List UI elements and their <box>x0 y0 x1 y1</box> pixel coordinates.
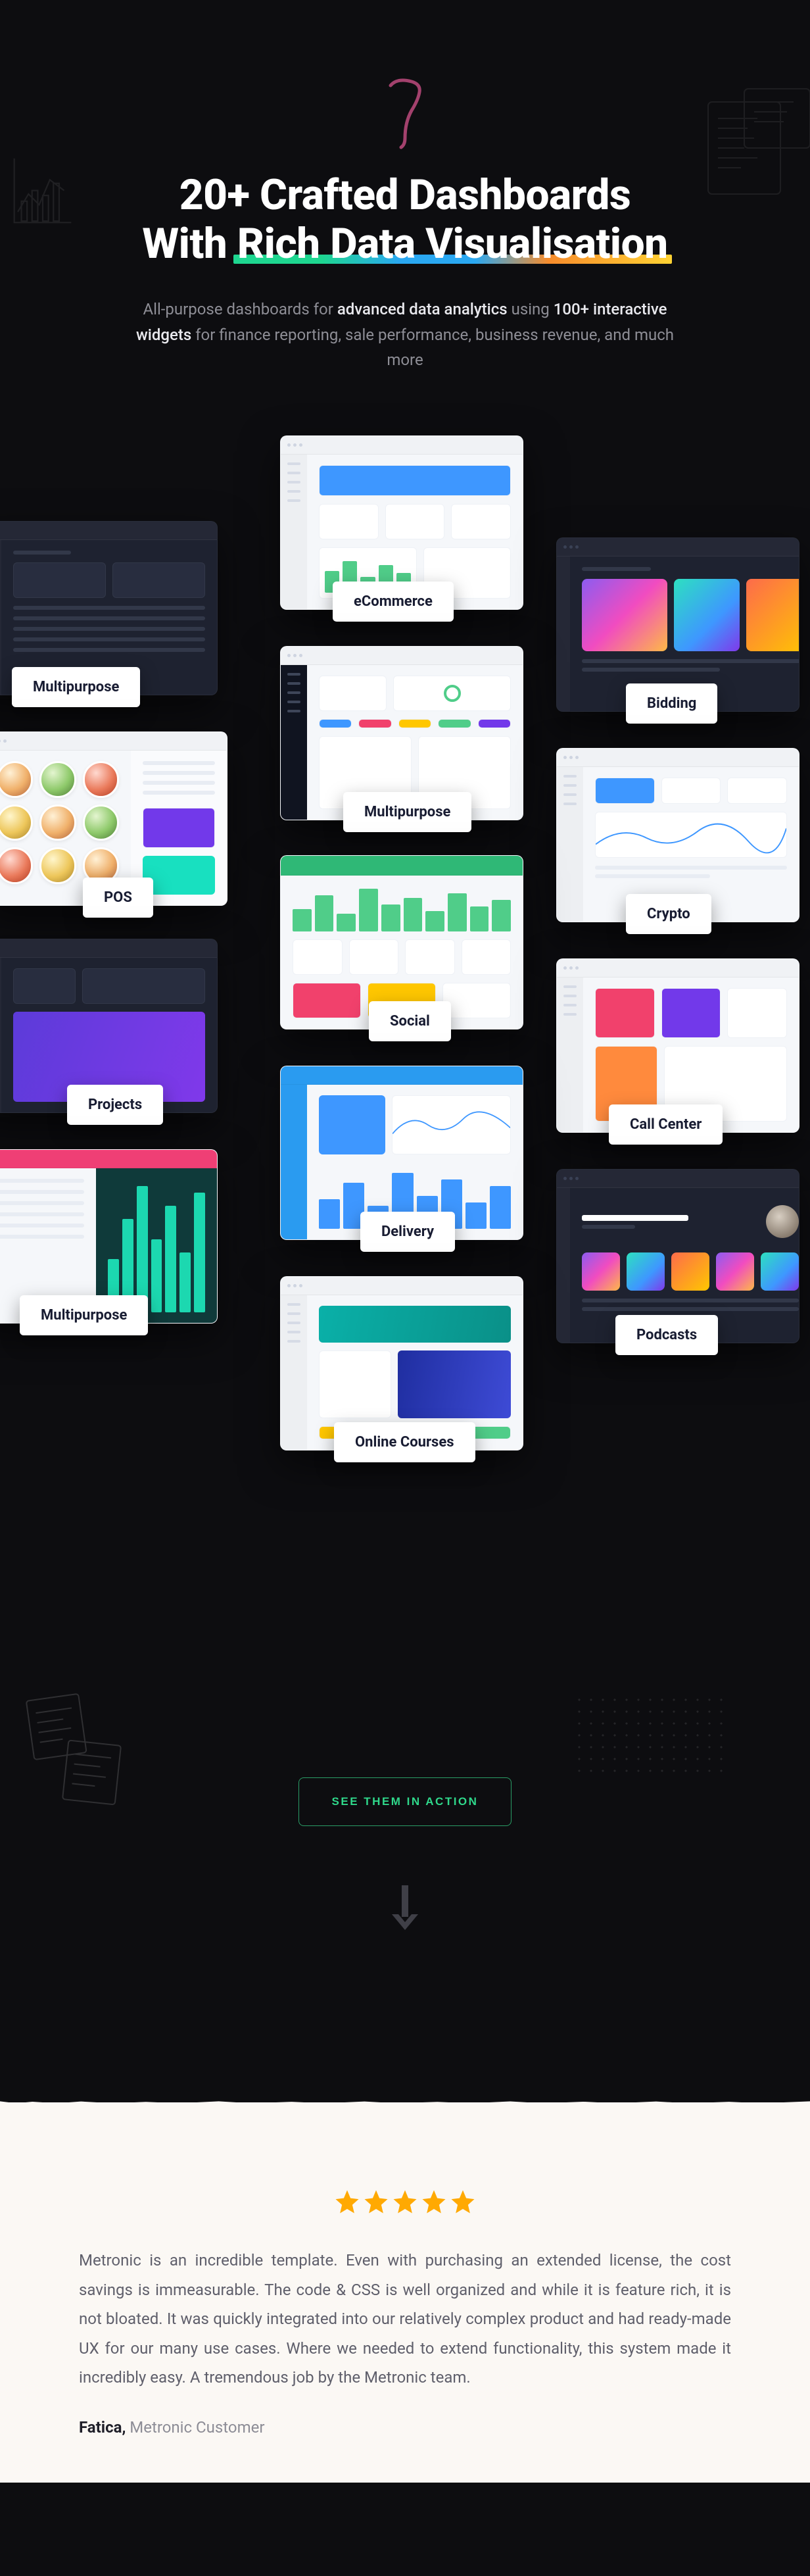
tag-social: Social <box>369 1001 451 1041</box>
see-in-action-button[interactable]: SEE THEM IN ACTION <box>298 1777 512 1826</box>
star-icon <box>449 2188 477 2216</box>
decor-code-sketch <box>705 86 810 204</box>
star-icon <box>420 2188 448 2216</box>
decor-dots <box>573 1694 725 1779</box>
arrow-down-icon <box>391 1885 419 1931</box>
tag-projects: Projects <box>67 1085 163 1125</box>
dashboards-gallery: eCommerce Multipurpose Bidding <box>43 435 767 1692</box>
tag-podcasts: Podcasts <box>615 1315 718 1355</box>
headline-line2-underlined: Rich Data Visualisation <box>237 219 668 268</box>
tag-online-courses: Online Courses <box>334 1422 475 1462</box>
headline-line2-plain: With <box>142 219 237 268</box>
testimonial-attrib: Fatica, Metronic Customer <box>79 2418 731 2437</box>
tag-multipurpose-3: Multipurpose <box>20 1295 148 1335</box>
subheadline: All-purpose dashboards for advanced data… <box>122 297 688 372</box>
star-rating <box>79 2188 731 2216</box>
tag-delivery: Delivery <box>360 1212 455 1252</box>
tag-multipurpose-2: Multipurpose <box>343 792 471 832</box>
tag-bidding: Bidding <box>626 683 717 724</box>
star-icon <box>333 2188 361 2216</box>
seven-icon <box>385 72 425 151</box>
testimonial-section: Metronic is an incredible template. Even… <box>0 2102 810 2483</box>
tag-call-center: Call Center <box>609 1104 723 1145</box>
headline: 20+ Crafted Dashboards With Rich Data Vi… <box>39 171 771 268</box>
dashboards-section: 20+ Crafted Dashboards With Rich Data Vi… <box>0 0 810 2102</box>
testimonial-role: Metronic Customer <box>126 2418 264 2437</box>
headline-line1: 20+ Crafted Dashboards <box>179 170 631 220</box>
tag-pos: POS <box>83 878 153 918</box>
tag-multipurpose-1: Multipurpose <box>12 667 140 707</box>
star-icon <box>362 2188 390 2216</box>
tag-ecommerce: eCommerce <box>333 582 454 622</box>
decor-chart-sketch <box>7 151 79 237</box>
tag-crypto: Crypto <box>626 894 711 934</box>
star-icon <box>391 2188 419 2216</box>
testimonial-name: Fatica, <box>79 2418 126 2437</box>
testimonial-quote: Metronic is an incredible template. Even… <box>79 2246 731 2392</box>
